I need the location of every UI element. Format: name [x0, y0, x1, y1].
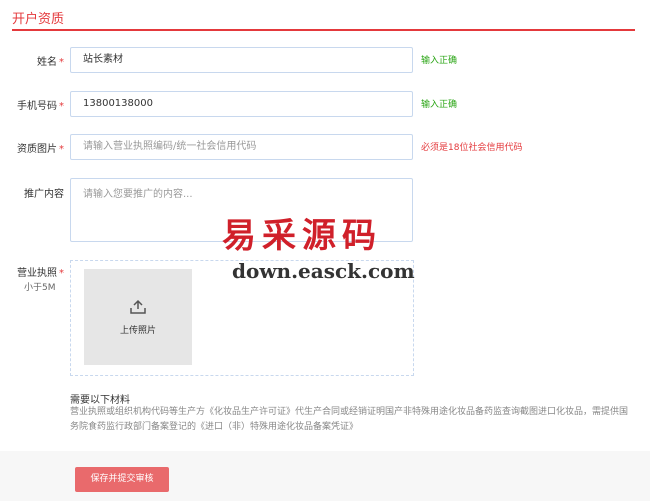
- section-divider: [12, 29, 635, 31]
- qualification-label-text: 资质图片: [17, 144, 57, 155]
- required-mark: *: [59, 101, 64, 112]
- phone-label-text: 手机号码: [17, 101, 57, 112]
- watermark-brand: 易采源码: [222, 216, 382, 256]
- name-input[interactable]: 站长素材: [70, 47, 413, 73]
- materials-title: 需要以下材料: [70, 395, 130, 406]
- required-mark: *: [59, 268, 64, 279]
- required-mark: *: [59, 144, 64, 155]
- name-label-text: 姓名: [37, 57, 57, 68]
- license-label-text: 营业执照: [17, 268, 57, 279]
- phone-input[interactable]: 13800138000: [70, 91, 413, 117]
- license-size-limit: 小于5M: [24, 283, 56, 293]
- phone-validation-hint: 输入正确: [421, 100, 458, 110]
- section-title: 开户资质: [12, 12, 65, 27]
- required-mark: *: [59, 57, 64, 68]
- watermark-url: down.easck.com: [232, 259, 415, 283]
- phone-label: 手机号码 *: [12, 97, 64, 112]
- qualification-code-input[interactable]: 请输入营业执照编码/统一社会信用代码: [70, 134, 413, 160]
- name-validation-hint: 输入正确: [421, 56, 458, 66]
- qualification-error-hint: 必须是18位社会信用代码: [421, 143, 523, 153]
- upload-icon: [130, 299, 146, 314]
- upload-photo-label: 上传照片: [119, 326, 156, 336]
- upload-photo-button[interactable]: 上传照片: [84, 269, 192, 365]
- save-submit-button[interactable]: 保存并提交审核: [75, 467, 169, 492]
- name-label: 姓名 *: [12, 53, 64, 68]
- promotion-label: 推广内容: [24, 189, 64, 200]
- qualification-label: 资质图片 *: [12, 140, 64, 155]
- license-label: 营业执照 *: [12, 264, 64, 279]
- materials-description: 营业执照或组织机构代码等生产方《化妆品生产许可证》代生产合同或经销证明国产非特殊…: [70, 407, 629, 432]
